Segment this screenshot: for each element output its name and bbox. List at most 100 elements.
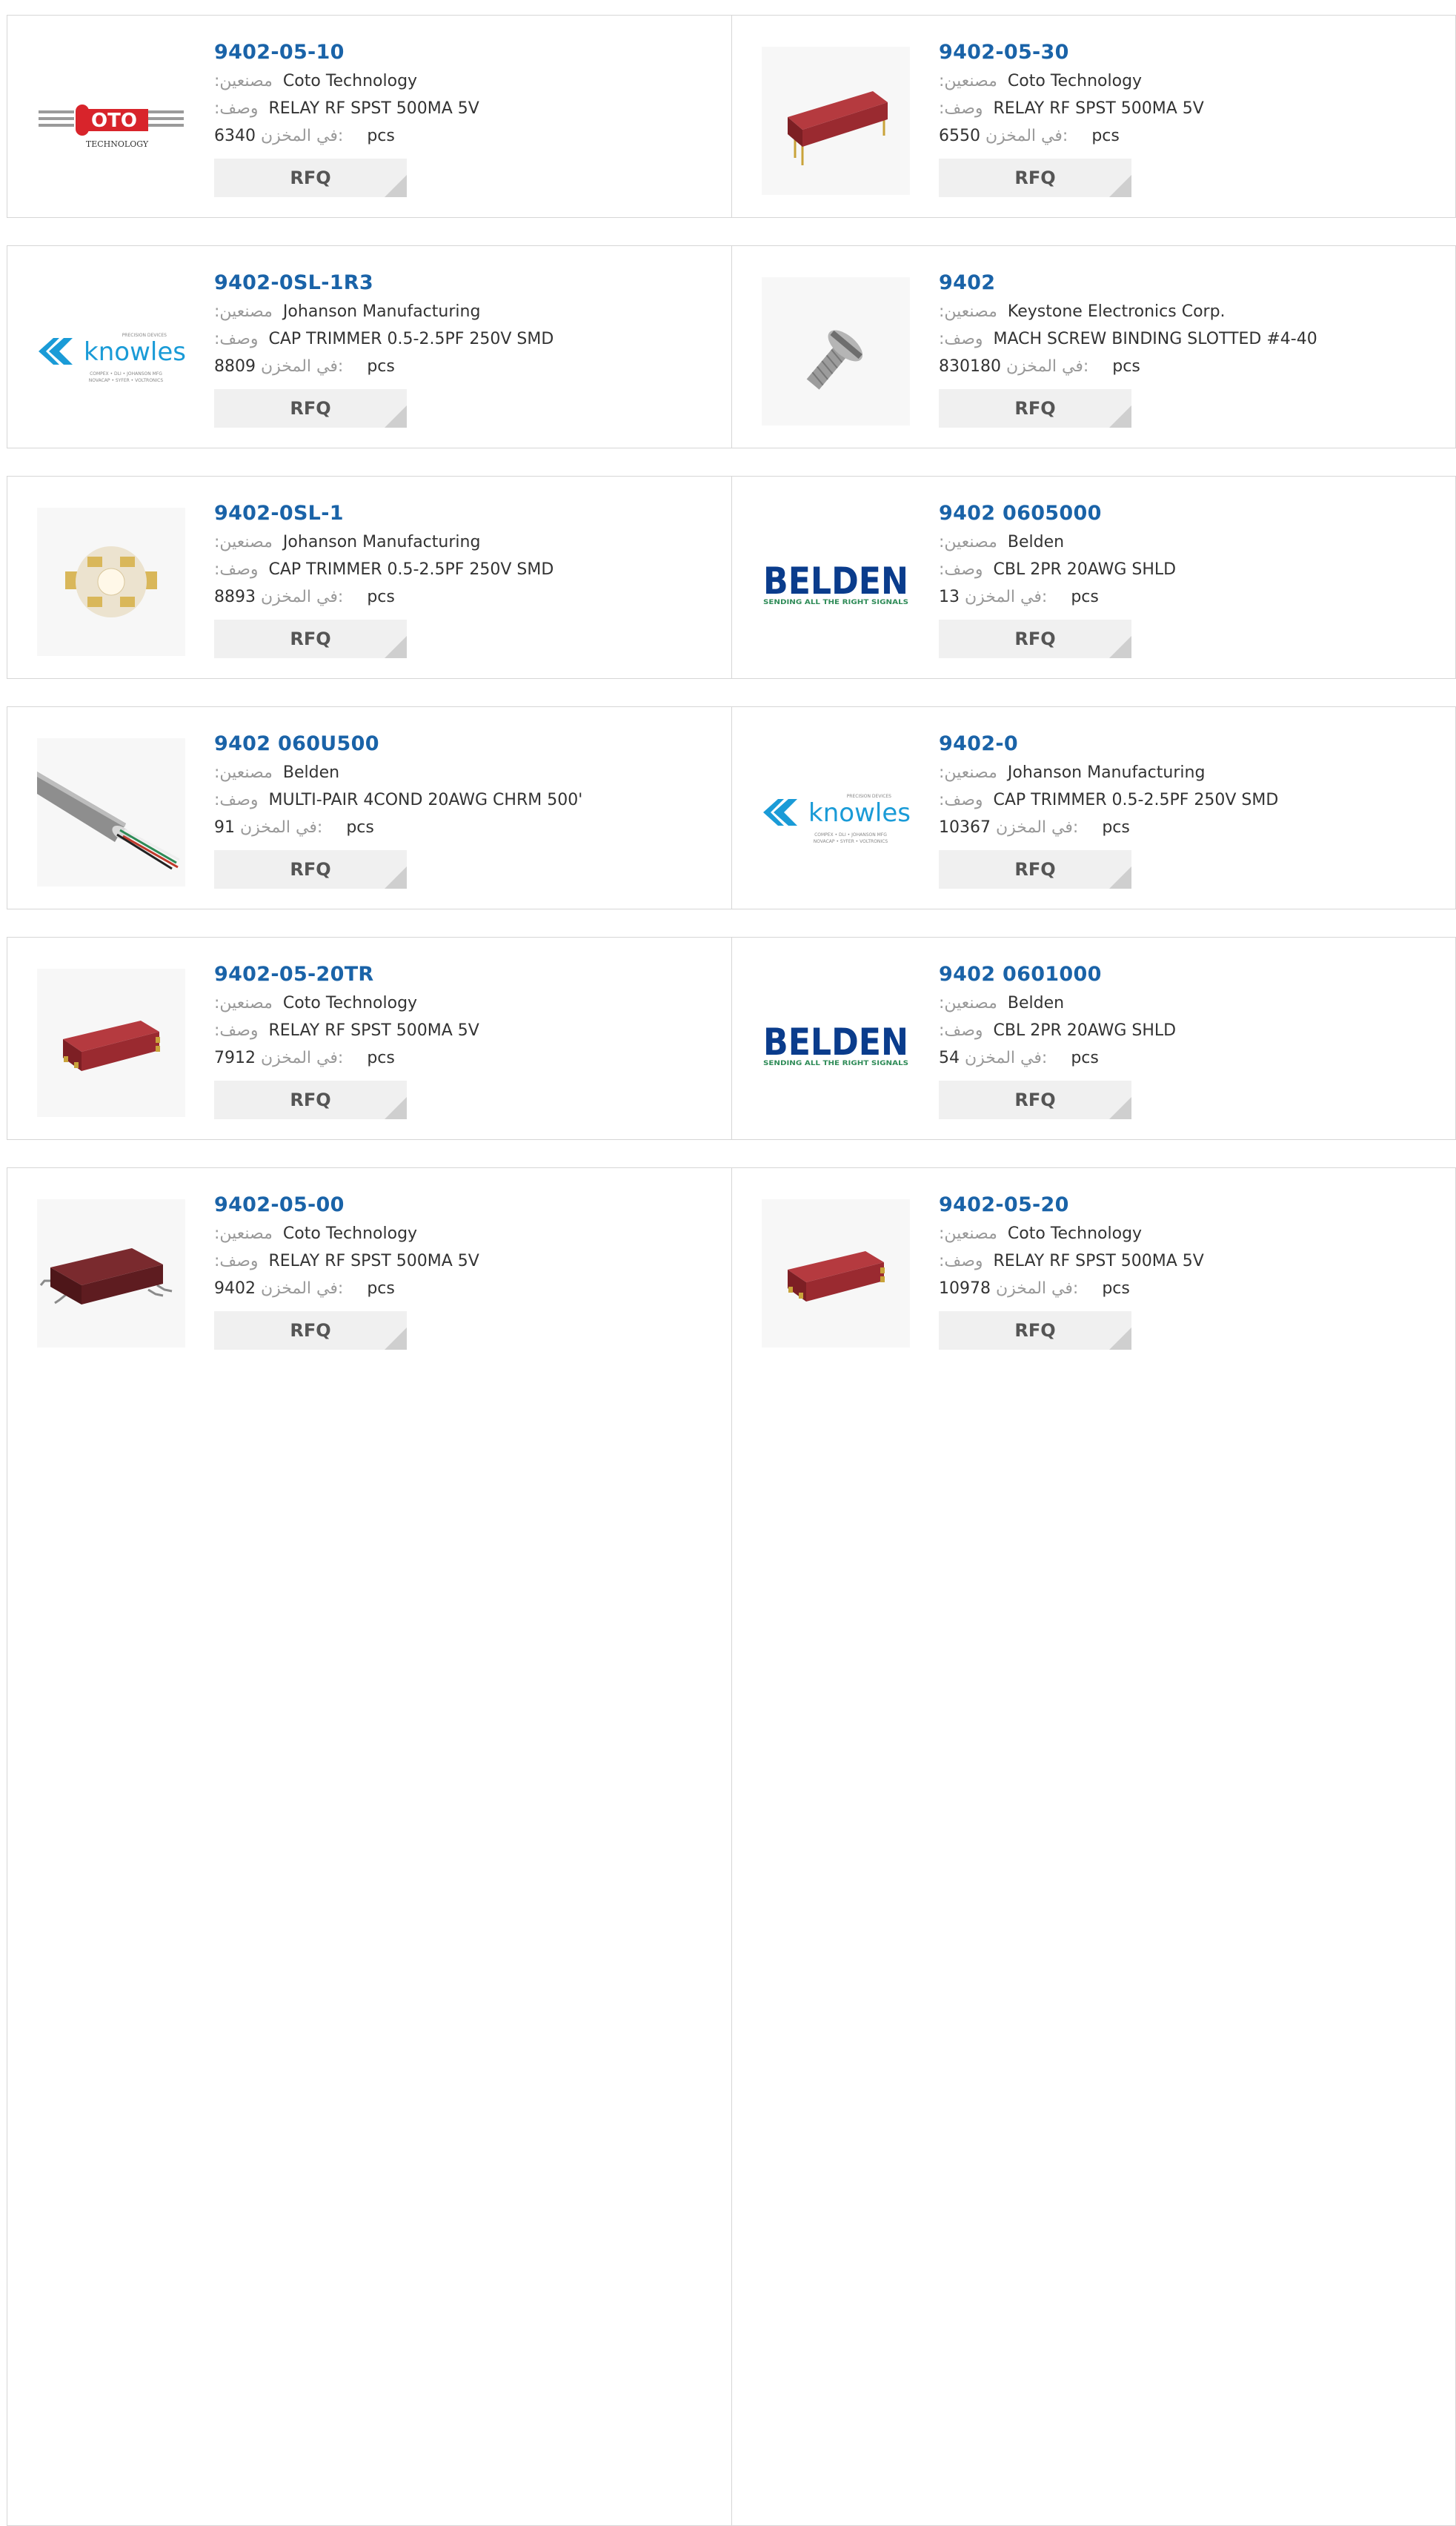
- rfq-button[interactable]: RFQ: [939, 850, 1131, 889]
- product-image[interactable]: [37, 969, 185, 1117]
- description-line: :وصف RELAY RF SPST 500MA 5V: [214, 1247, 724, 1275]
- description-label: :وصف: [214, 1021, 259, 1040]
- stock-line: 9402 في المخزن: pcs: [214, 1275, 724, 1302]
- product-image[interactable]: [37, 1199, 185, 1347]
- product-card: knowles PRECISION DEVICES COMPEX • DLI •…: [7, 246, 731, 448]
- rfq-label: RFQ: [1014, 629, 1056, 649]
- stock-line: 13 في المخزن: pcs: [939, 583, 1448, 611]
- description-value: CAP TRIMMER 0.5-2.5PF 250V SMD: [993, 791, 1279, 809]
- description-label: :وصف: [214, 791, 259, 809]
- description-line: :وصف MACH SCREW BINDING SLOTTED #4-40: [939, 325, 1448, 353]
- product-image[interactable]: BELDEN SENDING ALL THE RIGHT SIGNALS: [762, 508, 910, 656]
- product-card: OTO TECHNOLOGY 9402-05-10 :مصنعين Coto Te…: [7, 16, 731, 217]
- rfq-button[interactable]: RFQ: [214, 620, 407, 658]
- product-image[interactable]: [37, 738, 185, 886]
- product-image[interactable]: [762, 1199, 910, 1347]
- description-line: :وصف CAP TRIMMER 0.5-2.5PF 250V SMD: [214, 325, 724, 353]
- part-number-link[interactable]: 9402-0SL-1: [214, 499, 724, 528]
- knowles-logo-sub1: COMPEX • DLI • JOHANSON MFG: [90, 371, 162, 377]
- part-number-link[interactable]: 9402-0SL-1R3: [214, 268, 724, 298]
- description-line: :وصف CBL 2PR 20AWG SHLD: [939, 1017, 1448, 1044]
- rfq-button[interactable]: RFQ: [939, 1081, 1131, 1119]
- manufacturer-line: :مصنعين Belden: [939, 989, 1448, 1017]
- stock-line: 8893 في المخزن: pcs: [214, 583, 724, 611]
- part-number-link[interactable]: 9402-05-20TR: [214, 960, 724, 989]
- knowles-logo-sub2: NOVACAP • SYFER • VOLTRONICS: [814, 839, 888, 844]
- product-image[interactable]: knowles PRECISION DEVICES COMPEX • DLI •…: [37, 277, 185, 425]
- rfq-button[interactable]: RFQ: [214, 1311, 407, 1350]
- manufacturer-label: :مصنعين: [939, 72, 997, 90]
- rfq-corner: [1109, 1097, 1131, 1119]
- knowles-logo-text: knowles: [808, 798, 910, 828]
- stock-line: 8809 في المخزن: pcs: [214, 353, 724, 380]
- product-card: 9402 060U500 :مصنعين Belden :وصف MULTI-PAI…: [7, 707, 731, 909]
- rfq-corner: [385, 175, 407, 197]
- stock-label: في المخزن:: [240, 818, 323, 837]
- product-image[interactable]: OTO TECHNOLOGY: [37, 47, 185, 195]
- stock-unit: pcs: [1071, 588, 1099, 606]
- product-image[interactable]: [37, 508, 185, 656]
- rfq-label: RFQ: [1014, 859, 1056, 880]
- stock-line: 10367 في المخزن: pcs: [939, 814, 1448, 841]
- part-number-link[interactable]: 9402-0: [939, 729, 1448, 759]
- rfq-button[interactable]: RFQ: [214, 159, 407, 197]
- product-card: 9402 :مصنعين Keystone Electronics Corp. :…: [731, 246, 1455, 448]
- part-number-link[interactable]: 9402-05-20: [939, 1190, 1448, 1220]
- part-number-link[interactable]: 9402 0605000: [939, 499, 1448, 528]
- stock-label: في المخزن:: [261, 588, 344, 606]
- product-image[interactable]: BELDEN SENDING ALL THE RIGHT SIGNALS: [762, 969, 910, 1117]
- product-image[interactable]: [762, 47, 910, 195]
- rfq-label: RFQ: [1014, 1320, 1056, 1341]
- product-info: 9402-0SL-1 :مصنعين Johanson Manufacturing…: [214, 499, 724, 658]
- manufacturer-line: :مصنعين Coto Technology: [939, 67, 1448, 95]
- stock-value: 10978: [939, 1279, 991, 1298]
- rfq-button[interactable]: RFQ: [939, 159, 1131, 197]
- rfq-button[interactable]: RFQ: [939, 389, 1131, 428]
- rfq-button[interactable]: RFQ: [214, 1081, 407, 1119]
- knowles-logo-text: knowles: [84, 337, 185, 367]
- screw-icon: [762, 277, 910, 425]
- manufacturer-line: :مصنعين Johanson Manufacturing: [214, 528, 724, 556]
- part-number-link[interactable]: 9402-05-10: [214, 38, 724, 67]
- stock-unit: pcs: [367, 1049, 395, 1067]
- rfq-button[interactable]: RFQ: [939, 1311, 1131, 1350]
- belden-logo-text: BELDEN: [763, 1021, 908, 1064]
- rfq-button[interactable]: RFQ: [214, 389, 407, 428]
- part-number-link[interactable]: 9402-05-00: [214, 1190, 724, 1220]
- manufacturer-line: :مصنعين Johanson Manufacturing: [214, 298, 724, 325]
- part-number-link[interactable]: 9402 060U500: [214, 729, 724, 759]
- manufacturer-label: :مصنعين: [939, 994, 997, 1012]
- product-info: 9402 0605000 :مصنعين Belden :وصف CBL 2PR 2…: [939, 499, 1448, 658]
- description-line: :وصف RELAY RF SPST 500MA 5V: [939, 95, 1448, 122]
- part-number-link[interactable]: 9402-05-30: [939, 38, 1448, 67]
- manufacturer-label: :مصنعين: [214, 763, 273, 782]
- description-line: :وصف CAP TRIMMER 0.5-2.5PF 250V SMD: [214, 556, 724, 583]
- stock-label: في المخزن:: [965, 588, 1048, 606]
- part-number-link[interactable]: 9402: [939, 268, 1448, 298]
- product-row: 9402-0SL-1 :مصنعين Johanson Manufacturing…: [7, 476, 1456, 679]
- manufacturer-line: :مصنعين Coto Technology: [939, 1220, 1448, 1247]
- part-number-link[interactable]: 9402 0601000: [939, 960, 1448, 989]
- manufacturer-line: :مصنعين Johanson Manufacturing: [939, 759, 1448, 786]
- stock-unit: pcs: [367, 127, 395, 145]
- rfq-label: RFQ: [290, 629, 331, 649]
- stock-value: 830180: [939, 357, 1001, 376]
- stock-unit: pcs: [1112, 357, 1140, 376]
- knowles-logo-icon: knowles PRECISION DEVICES COMPEX • DLI •…: [763, 794, 910, 844]
- belden-logo-sub: SENDING ALL THE RIGHT SIGNALS: [763, 1060, 908, 1067]
- product-image[interactable]: [762, 277, 910, 425]
- description-label: :وصف: [939, 330, 983, 348]
- rfq-label: RFQ: [290, 168, 331, 188]
- stock-line: 54 في المخزن: pcs: [939, 1044, 1448, 1072]
- description-line: :وصف CAP TRIMMER 0.5-2.5PF 250V SMD: [939, 786, 1448, 814]
- rfq-corner: [385, 636, 407, 658]
- rfq-label: RFQ: [1014, 398, 1056, 419]
- rfq-button[interactable]: RFQ: [939, 620, 1131, 658]
- stock-label: في المخزن:: [965, 1049, 1048, 1067]
- rfq-corner: [1109, 175, 1131, 197]
- manufacturer-line: :مصنعين Belden: [939, 528, 1448, 556]
- rfq-button[interactable]: RFQ: [214, 850, 407, 889]
- stock-line: 7912 في المخزن: pcs: [214, 1044, 724, 1072]
- product-image[interactable]: knowles PRECISION DEVICES COMPEX • DLI •…: [762, 738, 910, 886]
- stock-value: 8893: [214, 588, 256, 606]
